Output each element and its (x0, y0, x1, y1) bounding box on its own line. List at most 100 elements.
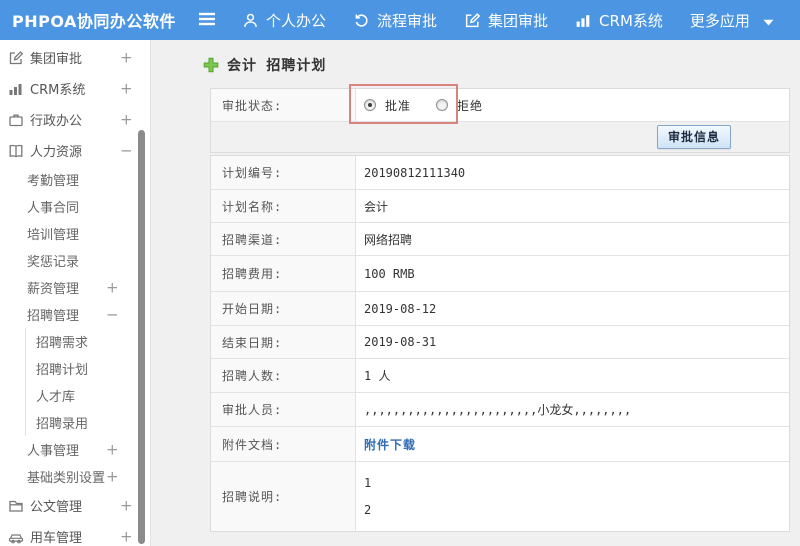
field-value: 网络招聘 (364, 232, 413, 247)
field-row-headcount: 招聘人数: 1 人 (211, 358, 789, 392)
field-label: 附件文档: (211, 427, 356, 461)
sidebar-scrollbar-thumb[interactable] (138, 130, 145, 544)
field-row-description: 招聘说明: 1 2 (211, 461, 789, 531)
sidebar-item-vehicles[interactable]: 用车管理 + (0, 521, 150, 546)
reject-radio-label[interactable]: 拒绝 (457, 97, 483, 114)
sidebar-item-crm-system[interactable]: CRM系统 + (0, 73, 150, 104)
field-label: 审批状态: (211, 89, 356, 121)
sidebar-item-recruit-hire[interactable]: 招聘录用 (25, 409, 150, 436)
field-row-approvers: 审批人员: ,,,,,,,,,,,,,,,,,,,,,,,,小龙女,,,,,,,… (211, 392, 789, 426)
sidebar-item-label: CRM系统 (30, 83, 86, 98)
description-line: 2 (364, 503, 372, 517)
expand-toggle[interactable]: + (106, 280, 119, 295)
field-row-end-date: 结束日期: 2019-08-31 (211, 325, 789, 358)
sidebar-item-label: 基础类别设置 (27, 471, 106, 486)
sidebar-item-training[interactable]: 培训管理 (0, 220, 150, 247)
attachment-download-link[interactable]: 附件下载 (364, 436, 416, 453)
sidebar-item-label: 人事管理 (27, 444, 80, 459)
sidebar-item-label: 行政办公 (30, 114, 83, 129)
sidebar: 集团审批 + CRM系统 + 行政办公 + 人力资源 − 考勤管理 人事合同 培… (0, 40, 151, 546)
recruit-plan-detail-table: 计划编号: 20190812111340 计划名称: 会计 招聘渠道: 网络招聘… (210, 155, 790, 532)
sidebar-item-personnel-mgmt[interactable]: 人事管理 + (0, 436, 150, 463)
approve-radio[interactable] (364, 99, 376, 111)
field-label: 审批人员: (211, 393, 356, 426)
sidebar-item-rewards[interactable]: 奖惩记录 (0, 247, 150, 274)
field-row-plan-number: 计划编号: 20190812111340 (211, 156, 789, 189)
field-label: 结束日期: (211, 326, 356, 358)
field-value: 会计 (364, 199, 389, 214)
field-label: 招聘渠道: (211, 223, 356, 255)
field-label: 招聘说明: (211, 462, 356, 531)
sidebar-item-label: 招聘需求 (36, 336, 89, 351)
expand-toggle[interactable]: − (106, 307, 119, 322)
sidebar-item-label: 集团审批 (30, 52, 83, 67)
sidebar-item-recruit-plan[interactable]: 招聘计划 (25, 355, 150, 382)
book-icon (8, 143, 24, 159)
edit-square-icon (8, 50, 24, 66)
field-label: 招聘费用: (211, 256, 356, 291)
main-content: 会计 招聘计划 审批状态: 批准 拒绝 审批信息 计划编号: 201908121… (152, 40, 800, 546)
field-value: 20190812111340 (364, 165, 466, 180)
sidebar-item-label: 用车管理 (30, 531, 83, 546)
expand-toggle[interactable]: + (120, 81, 133, 96)
sidebar-item-label: 薪资管理 (27, 282, 80, 297)
sidebar-item-label: 人才库 (36, 390, 76, 405)
sidebar-item-recruit-demand[interactable]: 招聘需求 (25, 328, 150, 355)
sidebar-item-recruit-mgmt[interactable]: 招聘管理 − (0, 301, 150, 328)
reject-radio[interactable] (436, 99, 449, 111)
field-label: 招聘人数: (211, 359, 356, 392)
expand-toggle[interactable]: + (120, 112, 133, 127)
nav-item-label: 个人办公 (266, 11, 327, 30)
approval-status-panel: 审批状态: 批准 拒绝 审批信息 (210, 88, 790, 153)
expand-toggle[interactable]: + (120, 498, 133, 513)
nav-item-crm-system[interactable]: CRM系统 (575, 10, 663, 31)
sidebar-item-base-category[interactable]: 基础类别设置 + (0, 463, 150, 490)
nav-item-label: CRM系统 (599, 11, 663, 30)
actions-row: 审批信息 (211, 121, 789, 152)
sidebar-item-label: 招聘录用 (36, 417, 89, 432)
bar-chart-icon (8, 81, 24, 97)
field-row-recruit-cost: 招聘费用: 100 RMB (211, 255, 789, 291)
description-line: 1 (364, 476, 372, 490)
expand-toggle[interactable]: + (120, 529, 133, 544)
page-title: 会计 招聘计划 (227, 58, 327, 74)
approve-radio-label[interactable]: 批准 (385, 97, 411, 114)
field-value: 2019-08-12 (364, 301, 437, 316)
sidebar-item-salary[interactable]: 薪资管理 + (0, 274, 150, 301)
expand-toggle[interactable]: + (106, 442, 119, 457)
sidebar-item-label: 公文管理 (30, 500, 83, 515)
sidebar-item-label: 考勤管理 (27, 174, 80, 189)
hamburger-menu-button[interactable] (196, 0, 218, 40)
approval-info-button[interactable]: 审批信息 (656, 125, 731, 149)
sidebar-item-group-approval[interactable]: 集团审批 + (0, 42, 150, 73)
sidebar-item-label: 人力资源 (30, 145, 83, 160)
approval-status-radiogroup: 批准 拒绝 (356, 89, 789, 121)
hamburger-icon (198, 11, 216, 30)
field-value: ,,,,,,,,,,,,,,,,,,,,,,,,小龙女,,,,,,,, (364, 403, 632, 417)
expand-toggle[interactable]: − (120, 143, 133, 158)
field-value: 2019-08-31 (364, 335, 437, 349)
nav-item-label: 集团审批 (488, 11, 549, 30)
sidebar-item-documents[interactable]: 公文管理 + (0, 490, 150, 521)
top-navbar: PHPOA协同办公软件 个人办公 流程审批 集团审批 CRM系统 更多应用 (0, 0, 800, 40)
nav-item-more-apps[interactable]: 更多应用 (690, 10, 750, 31)
sidebar-item-hr-contracts[interactable]: 人事合同 (0, 193, 150, 220)
user-icon (242, 12, 259, 29)
field-value: 1 人 (364, 369, 391, 383)
sidebar-item-label: 奖惩记录 (27, 255, 80, 270)
sidebar-item-talent-pool[interactable]: 人才库 (25, 382, 150, 409)
sidebar-item-label: 招聘计划 (36, 363, 89, 378)
nav-item-personal-office[interactable]: 个人办公 (242, 10, 326, 31)
nav-item-process-approval[interactable]: 流程审批 (353, 10, 437, 31)
approval-status-row: 审批状态: 批准 拒绝 (211, 89, 789, 121)
field-label: 开始日期: (211, 292, 356, 325)
field-label: 计划编号: (211, 156, 356, 189)
nav-item-group-approval[interactable]: 集团审批 (464, 10, 548, 31)
sidebar-item-admin-office[interactable]: 行政办公 + (0, 104, 150, 135)
expand-toggle[interactable]: + (120, 50, 133, 65)
sidebar-item-human-resources[interactable]: 人力资源 − (0, 135, 150, 166)
caret-down-icon[interactable] (763, 11, 774, 30)
expand-toggle[interactable]: + (106, 469, 119, 484)
sidebar-item-label: 人事合同 (27, 201, 80, 216)
sidebar-item-attendance[interactable]: 考勤管理 (0, 166, 150, 193)
